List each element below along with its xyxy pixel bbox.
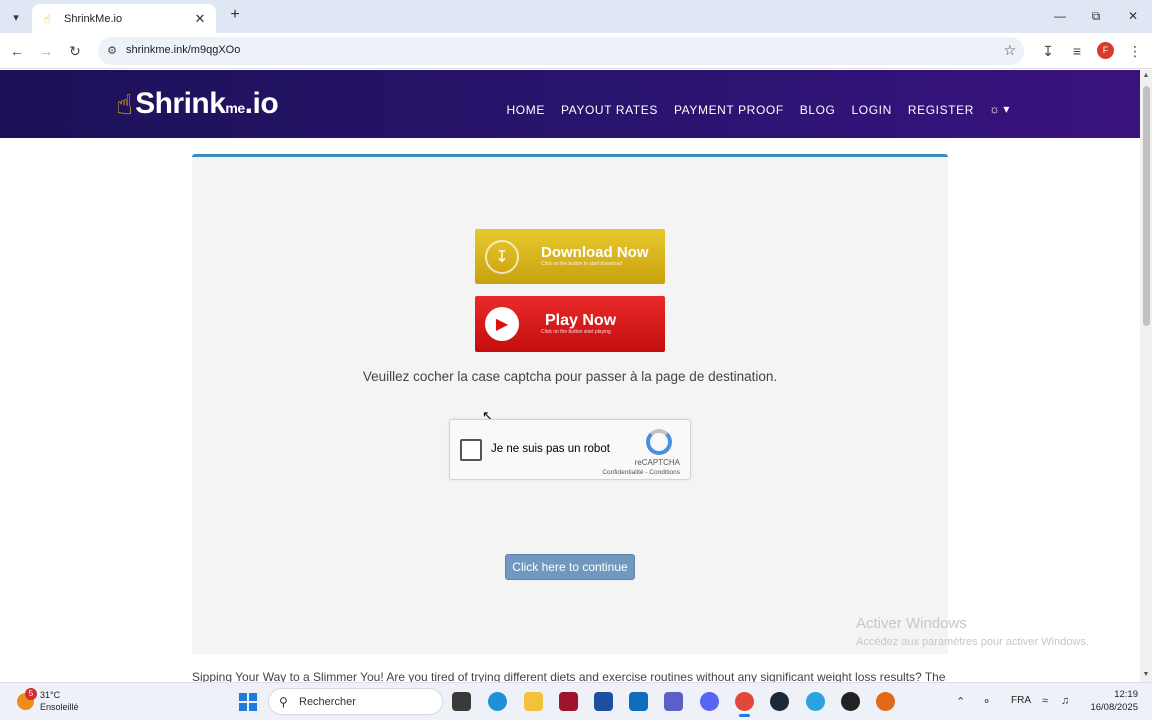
activate-windows-title: Activer Windows	[856, 615, 967, 632]
browser-tab-active[interactable]: ☝ ShrinkMe.io ✕	[32, 4, 216, 33]
captcha-instruction: Veuillez cocher la case captcha pour pas…	[362, 369, 778, 384]
clock-time[interactable]: 12:19	[1106, 689, 1138, 700]
file-explorer-icon[interactable]	[524, 692, 543, 711]
search-label: Rechercher	[299, 696, 356, 708]
play-button-label: Play Now	[545, 311, 617, 329]
window-close-icon[interactable]: ✕	[1123, 6, 1143, 26]
nav-payment-proof[interactable]: PAYMENT PROOF	[674, 103, 784, 117]
tab-list-chevron-icon[interactable]: ▾	[6, 7, 26, 27]
play-button-sublabel: Click on the button start playing	[541, 328, 611, 335]
main-nav: HOME PAYOUT RATES PAYMENT PROOF BLOG LOG…	[507, 103, 974, 117]
steam-icon[interactable]	[770, 692, 789, 711]
back-arrow-icon[interactable]: ←	[7, 41, 27, 61]
recaptcha-checkbox[interactable]	[460, 439, 482, 461]
windows-taskbar: 5 31°C Ensoleillé ⚲ Rechercher ⌃ ⚬ FRA ≈…	[0, 682, 1152, 720]
wifi-icon[interactable]: ≈	[1042, 695, 1048, 707]
app-icon[interactable]	[559, 692, 578, 711]
edge-icon[interactable]	[488, 692, 507, 711]
site-header: ☝ Shrinkme.io HOME PAYOUT RATES PAYMENT …	[0, 70, 1140, 138]
weather-desc[interactable]: Ensoleillé	[40, 702, 79, 712]
discord-icon[interactable]	[700, 692, 719, 711]
minimize-icon[interactable]: —	[1050, 6, 1070, 26]
outlook-icon[interactable]	[629, 692, 648, 711]
browser-tab-bar: ▾ ☝ ShrinkMe.io ✕ + — ⧉ ✕	[0, 0, 1152, 33]
nav-payout-rates[interactable]: PAYOUT RATES	[561, 103, 658, 117]
site-logo[interactable]: ☝ Shrinkme.io	[116, 82, 279, 126]
browser-toolbar: ← → ↻ ⚙ shrinkme.ink/m9qgXOo ☆ ↧ ≡ F ⋮	[0, 33, 1152, 69]
recaptcha-brand: reCAPTCHA	[634, 458, 680, 467]
continue-button[interactable]: Click here to continue	[505, 554, 635, 580]
windows-start-icon[interactable]	[239, 693, 257, 711]
site-info-icon[interactable]: ⚙	[104, 43, 120, 59]
forward-arrow-icon[interactable]: →	[36, 41, 56, 61]
download-button-sublabel: Click on the button to start download	[541, 261, 622, 267]
recaptcha-widget: Je ne suis pas un robot reCAPTCHA Confid…	[449, 419, 691, 480]
nav-register[interactable]: REGISTER	[908, 103, 974, 117]
teams-icon[interactable]	[664, 692, 683, 711]
scrollbar-thumb[interactable]	[1143, 86, 1150, 326]
logo-hand-icon: ☝	[116, 88, 134, 120]
microphone-app-icon[interactable]	[876, 692, 895, 711]
kebab-menu-icon[interactable]: ⋮	[1125, 41, 1145, 61]
nav-blog[interactable]: BLOG	[800, 103, 836, 117]
store-icon[interactable]	[594, 692, 613, 711]
recaptcha-label: Je ne suis pas un robot	[491, 443, 610, 455]
clock-date[interactable]: 16/08/2025	[1086, 702, 1138, 713]
tray-chevron-up-icon[interactable]: ⌃	[956, 695, 965, 708]
bookmark-star-icon[interactable]: ☆	[1003, 42, 1016, 59]
tab-close-icon[interactable]: ✕	[192, 11, 208, 27]
scroll-down-arrow-icon[interactable]: ▼	[1142, 671, 1150, 678]
task-view-icon[interactable]	[452, 692, 471, 711]
tab-title: ShrinkMe.io	[64, 12, 123, 25]
restore-icon[interactable]: ⧉	[1086, 6, 1106, 26]
nav-login[interactable]: LOGIN	[852, 103, 892, 117]
new-tab-plus-icon[interactable]: +	[226, 6, 244, 26]
reload-icon[interactable]: ↻	[65, 41, 85, 61]
tray-mic-icon[interactable]: ⚬	[982, 695, 991, 708]
favicon-hand-icon: ☝	[43, 11, 51, 26]
volume-icon[interactable]: ♫	[1061, 695, 1069, 707]
weather-temp[interactable]: 31°C	[40, 690, 60, 700]
app-icon-dark[interactable]	[841, 692, 860, 711]
download-now-ad-button[interactable]: ↧ Download Now Click on the button to st…	[475, 229, 665, 284]
activate-windows-subtitle: Accédez aux paramètres pour activer Wind…	[856, 636, 1089, 648]
taskbar-search[interactable]: ⚲ Rechercher	[268, 688, 443, 715]
telegram-icon[interactable]	[806, 692, 825, 711]
logo-text: Shrinkme.io	[135, 87, 279, 120]
nav-home[interactable]: HOME	[507, 103, 545, 117]
address-bar[interactable]: ⚙ shrinkme.ink/m9qgXOo ☆	[98, 37, 1024, 65]
scroll-up-arrow-icon[interactable]: ▲	[1142, 72, 1150, 79]
media-queue-icon[interactable]: ≡	[1067, 41, 1087, 61]
play-now-ad-button[interactable]: ▶ Play Now Click on the button start pla…	[475, 296, 665, 352]
recaptcha-terms-links[interactable]: Confidentialité - Conditions	[602, 469, 680, 476]
play-icon: ▶	[485, 307, 519, 341]
profile-avatar[interactable]: F	[1097, 42, 1114, 59]
download-file-icon: ↧	[485, 239, 519, 274]
language-switcher-translate-icon[interactable]: ☼ ▾	[989, 102, 1009, 116]
weather-badge: 5	[25, 688, 37, 700]
recaptcha-logo-icon	[646, 429, 672, 455]
download-button-label: Download Now	[541, 244, 649, 261]
chrome-icon[interactable]	[735, 692, 754, 717]
download-icon[interactable]: ↧	[1038, 41, 1058, 61]
input-language[interactable]: FRA	[1011, 695, 1031, 706]
url-text[interactable]: shrinkme.ink/m9qgXOo	[126, 44, 240, 56]
search-icon: ⚲	[279, 695, 288, 709]
